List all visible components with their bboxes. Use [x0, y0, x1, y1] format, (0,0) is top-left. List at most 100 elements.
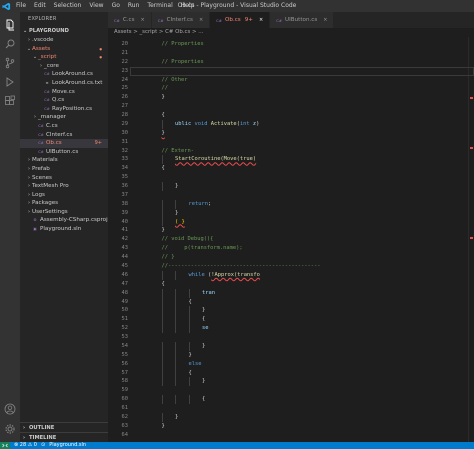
code-line[interactable]: 54} — [108, 342, 474, 351]
code-line[interactable]: 28 { — [108, 111, 474, 120]
tree-file[interactable]: C# Q.cs — [20, 96, 108, 105]
code-line[interactable]: 31 — [108, 138, 474, 147]
menu-selection[interactable]: Selection — [50, 0, 86, 12]
code-line[interactable]: 60 { — [108, 395, 474, 404]
code-line[interactable]: 29 ublic void Activate(int z) — [108, 120, 474, 129]
tree-folder[interactable]: › Logs — [20, 191, 108, 200]
code-line[interactable]: 33 StartCoroutine(Move(true) — [108, 155, 474, 164]
code-line[interactable]: 50} — [108, 306, 474, 315]
tree-file[interactable]: C# Move.cs — [20, 88, 108, 97]
code-line[interactable]: 47 { — [108, 280, 474, 289]
code-line[interactable]: 27 — [108, 102, 474, 111]
tree-file[interactable]: C# RayPosition.cs — [20, 105, 108, 114]
tree-file[interactable]: ≡ LookAround.cs.txt — [20, 79, 108, 88]
tree-file[interactable]: ⚙ Assembly-CSharp.csproj — [20, 216, 108, 225]
settings-gear-icon[interactable] — [3, 422, 17, 436]
menu-go[interactable]: Go — [108, 0, 124, 12]
tree-folder[interactable]: ⌄ _script ● — [20, 53, 108, 62]
files-icon[interactable] — [3, 18, 17, 32]
outline-section[interactable]: › OUTLINE — [20, 422, 108, 432]
tree-file[interactable]: C# CInterf.cs — [20, 131, 108, 140]
code-line[interactable]: 25 // — [108, 84, 474, 93]
code-line[interactable]: 44 // } — [108, 253, 474, 262]
workspace-root[interactable]: ⌄ PLAYGROUND — [20, 26, 108, 36]
tree-folder[interactable]: › Scenes — [20, 174, 108, 183]
close-icon[interactable]: × — [259, 17, 263, 23]
tab-c-cs[interactable]: C# C.cs × — [108, 12, 152, 28]
tab-cinterf-cs[interactable]: C# CInterf.cs × — [151, 12, 211, 28]
code-line[interactable]: 42 // void Debug(){ — [108, 235, 474, 244]
code-line[interactable]: 45 //------------------------------------… — [108, 262, 474, 271]
menu-help[interactable]: Help — [177, 0, 199, 12]
tree-file[interactable]: C# Ob.cs 9+ — [20, 139, 108, 148]
code-line[interactable]: 64 — [108, 431, 474, 440]
solution-name[interactable]: Playground.sln — [49, 442, 86, 449]
menu-terminal[interactable]: Terminal — [143, 0, 176, 12]
code-line[interactable]: 38 return; — [108, 200, 474, 209]
code-line[interactable]: 49 { — [108, 298, 474, 307]
code-line[interactable]: 22 // Properties — [108, 58, 474, 67]
tree-folder[interactable]: › Prefab — [20, 165, 108, 174]
menu-view[interactable]: View — [85, 0, 107, 12]
account-icon[interactable] — [3, 402, 17, 416]
code-line[interactable]: 57 { — [108, 369, 474, 378]
code-line[interactable]: 30} — [108, 129, 474, 138]
code-line[interactable]: 53 — [108, 333, 474, 342]
run-debug-icon[interactable] — [3, 75, 17, 89]
breadcrumb[interactable]: Assets > _script > C# Ob.cs > ... — [108, 28, 474, 37]
tree-folder[interactable]: › _core — [20, 62, 108, 71]
extensions-icon[interactable] — [3, 94, 17, 108]
code-line[interactable]: 56 else — [108, 360, 474, 369]
code-line[interactable]: 32 // Extern- — [108, 147, 474, 156]
tree-file[interactable]: C# LookAround.cs — [20, 70, 108, 79]
tree-file[interactable]: C# C.cs — [20, 122, 108, 131]
menu-run[interactable]: Run — [124, 0, 144, 12]
code-line[interactable]: 59 — [108, 386, 474, 395]
code-line[interactable]: 39} — [108, 209, 474, 218]
close-icon[interactable]: × — [199, 17, 203, 23]
code-line[interactable]: 61 — [108, 404, 474, 413]
code-line[interactable]: 43 // p(transform.name); — [108, 244, 474, 253]
close-icon[interactable]: × — [323, 17, 327, 23]
tree-file[interactable]: C# UIButton.cs — [20, 148, 108, 157]
code-line[interactable]: 37 — [108, 191, 474, 200]
code-line[interactable]: 62} — [108, 413, 474, 422]
code-line[interactable]: 51 { — [108, 315, 474, 324]
tree-folder[interactable]: › _manager — [20, 113, 108, 122]
code-line[interactable]: 55} — [108, 351, 474, 360]
tab-ob-cs[interactable]: C# Ob.cs 9+ × — [210, 12, 271, 28]
timeline-section[interactable]: › TIMELINE — [20, 432, 108, 442]
remote-icon[interactable] — [0, 442, 10, 449]
code-line[interactable]: 46 while (!Approx(transfo — [108, 271, 474, 280]
tree-folder[interactable]: › Materials — [20, 156, 108, 165]
code-line[interactable]: 23 — [108, 67, 474, 76]
code-line[interactable]: 35 — [108, 173, 474, 182]
menu-edit[interactable]: Edit — [30, 0, 50, 12]
tree-folder[interactable]: › .vscode — [20, 36, 108, 45]
tree-folder[interactable]: › UserSettings — [20, 208, 108, 217]
code-line[interactable]: 40 ( } — [108, 218, 474, 227]
code-line[interactable]: 41} — [108, 226, 474, 235]
source-control-icon[interactable] — [3, 56, 17, 70]
code-line[interactable]: 36} — [108, 182, 474, 191]
code-line[interactable]: 52 se — [108, 324, 474, 333]
code-line[interactable]: 34 { — [108, 164, 474, 173]
tab-uibutton-cs[interactable]: C# UIButton.cs × — [270, 12, 335, 28]
code-editor[interactable]: 20 // Properties 21 22 // Properties 23 24 // O… — [108, 37, 474, 442]
problems-counter[interactable]: ⊗ 28 ⚠ 0 — [14, 442, 37, 449]
search-icon[interactable] — [3, 37, 17, 51]
tree-folder[interactable]: › TextMesh Pro — [20, 182, 108, 191]
code-line[interactable]: 26} — [108, 93, 474, 102]
code-line[interactable]: 24 // Other — [108, 76, 474, 85]
menu-file[interactable]: File — [12, 0, 30, 12]
tree-folder[interactable]: ⌄ Assets ● — [20, 45, 108, 54]
code-line[interactable]: 58} — [108, 377, 474, 386]
branch-icon[interactable]: ⊙ — [41, 442, 45, 449]
tree-folder[interactable]: › Packages — [20, 199, 108, 208]
tree-file[interactable]: ▣ Playground.sln — [20, 225, 108, 234]
close-icon[interactable]: × — [141, 17, 145, 23]
code-line[interactable]: 48 tran — [108, 289, 474, 298]
code-line[interactable]: 20 // Properties — [108, 40, 474, 49]
code-line[interactable]: 63} — [108, 422, 474, 431]
code-line[interactable]: 21 — [108, 49, 474, 58]
